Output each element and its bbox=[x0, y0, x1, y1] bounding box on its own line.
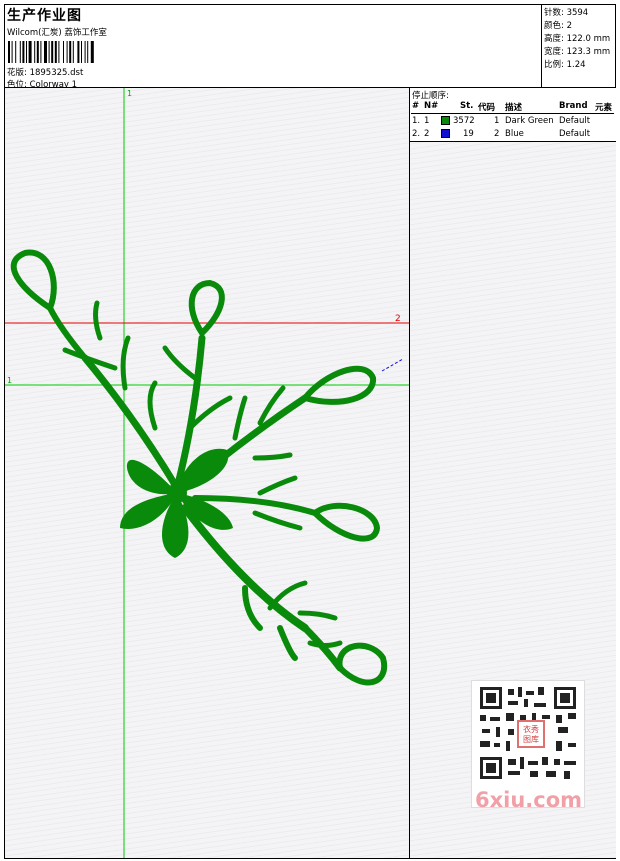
guide-horizontal-label: 1 bbox=[7, 376, 12, 385]
loop-left bbox=[10, 249, 57, 313]
stop-sequence-title: 停止顺序: bbox=[412, 91, 449, 101]
design-file-name: 1895325.dst bbox=[29, 68, 84, 78]
svg-text:衣秀: 衣秀 bbox=[523, 724, 539, 734]
company-name: Wilcom(汇炭) 荔饰工作室 bbox=[7, 28, 107, 38]
blue-stitch bbox=[381, 358, 404, 372]
design-preview: 1 1 2 bbox=[5, 88, 409, 858]
col-stitches: St. bbox=[460, 101, 474, 111]
col-hash: # bbox=[412, 101, 420, 111]
stat-height: 高度: 122.0 mm bbox=[544, 34, 611, 44]
col-code: 代码 bbox=[478, 103, 496, 113]
guide-red-label: 2 bbox=[395, 314, 401, 324]
loop-right bbox=[310, 502, 381, 542]
embroidery-canvas: 1 1 2 bbox=[5, 88, 409, 858]
barcode bbox=[8, 41, 94, 63]
design-stats: 针数: 3594 颜色: 2 高度: 122.0 mm 宽度: 123.3 mm… bbox=[541, 5, 616, 87]
qr-code: 衣秀 图库 bbox=[480, 687, 576, 779]
svg-text:图库: 图库 bbox=[523, 734, 539, 744]
watermark-text: 6xiu.com bbox=[475, 788, 583, 812]
loop-lower-right bbox=[336, 642, 388, 686]
design-file-label: 花版: bbox=[7, 68, 27, 78]
stop-sequence-table: 停止顺序: # N# St. 代码 描述 Brand 元素 1. 1 3572 … bbox=[410, 88, 616, 142]
guide-vertical-label: 1 bbox=[127, 89, 132, 98]
header-underline bbox=[411, 113, 614, 114]
stat-width: 宽度: 123.3 mm bbox=[544, 47, 611, 57]
col-description: 描述 bbox=[505, 103, 523, 113]
stat-colors: 颜色: 2 bbox=[544, 21, 572, 31]
color-swatch-green bbox=[441, 116, 450, 125]
col-brand: Brand bbox=[559, 101, 588, 111]
stat-stitches: 针数: 3594 bbox=[544, 8, 589, 18]
col-needle: N# bbox=[424, 101, 439, 111]
stat-scale: 比例: 1.24 bbox=[544, 60, 586, 70]
color-swatch-blue bbox=[441, 129, 450, 138]
header-info: 生产作业图 Wilcom(汇炭) 荔饰工作室 花版: 1895325.dst 色… bbox=[5, 5, 541, 90]
page-title: 生产作业图 bbox=[7, 8, 82, 24]
design-file-line: 花版: 1895325.dst bbox=[7, 66, 83, 78]
col-element: 元素 bbox=[595, 103, 613, 113]
loop-top bbox=[188, 279, 225, 338]
